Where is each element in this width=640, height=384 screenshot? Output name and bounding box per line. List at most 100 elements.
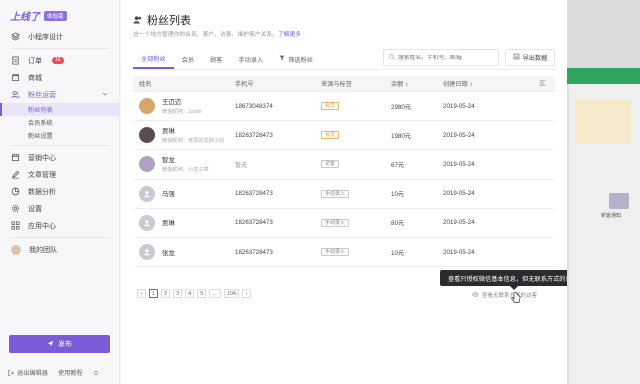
grid-icon xyxy=(11,221,20,230)
source-tag: 访客 xyxy=(321,160,340,169)
table-row[interactable]: 张龙 18263728473 手动录入 10元 2019-05-24 xyxy=(133,238,555,268)
page-button[interactable]: 104 xyxy=(223,289,239,298)
brand[interactable]: 上线了 体验版 xyxy=(10,8,67,23)
table-row[interactable]: 贾琳 18263728473 手动录入 80元 2019-05-24 xyxy=(133,209,555,238)
sidebar-item-apps[interactable]: 应用中心 xyxy=(0,217,120,234)
prev-page-button[interactable]: ‹ xyxy=(137,289,146,298)
balance-cell: 67元 xyxy=(391,161,405,169)
sidebar-item-label: 商城 xyxy=(28,74,42,82)
sidebar-item-marketing[interactable]: 营销中心 xyxy=(0,149,120,166)
sidebar-item-settings[interactable]: 设置 xyxy=(0,200,120,217)
search-icon xyxy=(389,53,395,62)
name-cell: 马强 xyxy=(133,185,235,202)
version-badge: 体验版 xyxy=(44,10,67,21)
view-anonymous-visitors-link[interactable]: 查看无联系方式的访客 xyxy=(472,291,537,299)
page-button[interactable]: 3 xyxy=(173,289,183,298)
sidebar-item-label: 粉丝运营 xyxy=(28,91,56,99)
date-cell: 2019-05-24 xyxy=(443,190,475,198)
learn-more-link[interactable]: 了解更多 xyxy=(278,32,301,38)
export-button[interactable]: 导出数据 xyxy=(505,49,555,66)
fan-nickname: 微信昵称：老贾的发财小店 xyxy=(162,138,225,145)
sidebar-item-shop[interactable]: 商城 xyxy=(0,69,120,86)
avatar xyxy=(139,127,155,144)
sidebar-item-label: 数据分析 xyxy=(28,188,56,196)
tab-all-fans[interactable]: 全部粉丝 xyxy=(133,49,174,69)
date-cell: 2019-05-24 xyxy=(443,248,475,256)
page-button[interactable]: 2 xyxy=(161,289,171,298)
sidebar-subitem-fan-list[interactable]: 粉丝列表 xyxy=(0,103,120,116)
shop-icon xyxy=(11,73,20,82)
table-row[interactable]: 智龙 微信昵称：小龙子草 暂无 访客 67元 2019-05-24 xyxy=(133,150,555,180)
hand-cursor-icon xyxy=(511,292,521,306)
sidebar-item-orders[interactable]: 订单 16 xyxy=(0,52,120,69)
date-cell: 2019-05-24 xyxy=(443,131,475,139)
sidebar-subitem-fan-settings[interactable]: 粉丝设置 xyxy=(0,129,120,142)
tab-manual-entry[interactable]: 手动录入 xyxy=(231,49,272,69)
document-icon xyxy=(11,56,20,65)
phone-cell: 18263728473 xyxy=(235,131,273,139)
sidebar: 上线了 体验版 小程序设计 订单 16 商城 粉丝运营 粉丝列表 会员系统 粉丝… xyxy=(0,0,120,384)
sidebar-item-analytics[interactable]: 数据分析 xyxy=(0,183,120,200)
next-page-button[interactable]: › xyxy=(242,289,251,298)
name-cell: 张龙 xyxy=(133,244,235,261)
tab-members[interactable]: 会员 xyxy=(174,49,202,69)
table-row[interactable]: 王迈迈 微信昵称：Justin 18673048374 会员 2980元 2019… xyxy=(133,92,555,122)
tag-cell: 手动录入 xyxy=(321,189,391,198)
fan-name: 王迈迈 xyxy=(162,99,182,107)
more-settings-icon[interactable] xyxy=(93,370,99,376)
sidebar-subitem-membership[interactable]: 会员系统 xyxy=(0,116,120,129)
page-button[interactable]: 1 xyxy=(149,289,159,298)
publish-button[interactable]: 发布 xyxy=(9,335,110,353)
exit-icon xyxy=(8,369,14,376)
brand-logo: 上线了 xyxy=(10,12,40,23)
column-header-date[interactable]: 创建日期 ↕ xyxy=(443,79,529,88)
sidebar-nav: 小程序设计 订单 16 商城 粉丝运营 粉丝列表 会员系统 粉丝设置 营销中心 … xyxy=(0,28,120,258)
phone-cell: 18673048374 xyxy=(235,102,273,110)
search-box[interactable] xyxy=(383,49,499,66)
balance-cell: 10元 xyxy=(391,191,405,199)
export-label: 导出数据 xyxy=(522,55,548,62)
date-cell: 2019-05-24 xyxy=(443,219,475,227)
sidebar-item-design[interactable]: 小程序设计 xyxy=(0,28,120,45)
fan-nickname: 微信昵称：Justin xyxy=(162,109,202,116)
column-settings-icon[interactable] xyxy=(529,80,555,88)
divider xyxy=(10,48,110,49)
source-tag: 手动录入 xyxy=(321,189,350,198)
page-button[interactable]: 5 xyxy=(197,289,207,298)
table-row[interactable]: 贾琳 微信昵称：老贾的发财小店 18263728473 会员 1980元 2019… xyxy=(133,121,555,151)
divider xyxy=(10,145,110,146)
tutorial-link[interactable]: 使用教程 xyxy=(58,368,83,377)
name-cell: 王迈迈微信昵称：Justin xyxy=(133,97,235,115)
column-header-source[interactable]: 来源与标签 xyxy=(321,79,391,88)
tab-filter-fans[interactable]: 筛选粉丝 xyxy=(271,49,321,69)
tag-cell: 会员 xyxy=(321,102,391,111)
main-panel: 粉丝列表 这一个地方管理你的会员、客户、访客、维护客户关系。了解更多 全部粉丝 … xyxy=(121,0,592,384)
tab-label: 筛选粉丝 xyxy=(288,56,313,64)
tab-customers[interactable]: 顾客 xyxy=(202,49,230,69)
column-header-name[interactable]: 姓名 xyxy=(133,79,235,88)
sidebar-item-fans[interactable]: 粉丝运营 xyxy=(0,86,120,103)
balance-cell: 80元 xyxy=(391,220,405,228)
subtitle-text: 这一个地方管理你的会员、客户、访客、维护客户关系。 xyxy=(133,32,278,38)
column-header-phone[interactable]: 手机号 xyxy=(235,79,321,88)
fan-name: 贾琳 xyxy=(162,128,175,136)
eye-icon xyxy=(472,291,479,299)
avatar-placeholder-icon xyxy=(139,214,155,231)
table-row[interactable]: 马强 18263728473 手动录入 10元 2019-05-24 xyxy=(133,180,555,209)
column-header-balance[interactable]: 余额 ↕ xyxy=(391,79,443,88)
sidebar-item-label: 小程序设计 xyxy=(28,33,63,41)
fan-tabs: 全部粉丝 会员 顾客 手动录入 筛选粉丝 xyxy=(133,49,321,69)
fan-name: 马强 xyxy=(162,191,175,199)
search-input[interactable] xyxy=(398,54,493,61)
sidebar-item-label: 营销中心 xyxy=(28,154,56,162)
sidebar-item-team[interactable]: 我的团队 xyxy=(0,241,120,258)
sidebar-item-articles[interactable]: 文章管理 xyxy=(0,166,120,183)
fan-name: 贾琳 xyxy=(162,220,175,228)
phone-preview: 新客通知 xyxy=(567,0,640,384)
page-button[interactable]: 4 xyxy=(185,289,195,298)
users-icon xyxy=(11,90,20,99)
phone-cell: 暂无 xyxy=(235,161,248,169)
logout-link[interactable]: 退出编辑器 xyxy=(8,368,48,377)
logout-label: 退出编辑器 xyxy=(17,370,48,377)
preview-header-bar xyxy=(567,68,640,84)
